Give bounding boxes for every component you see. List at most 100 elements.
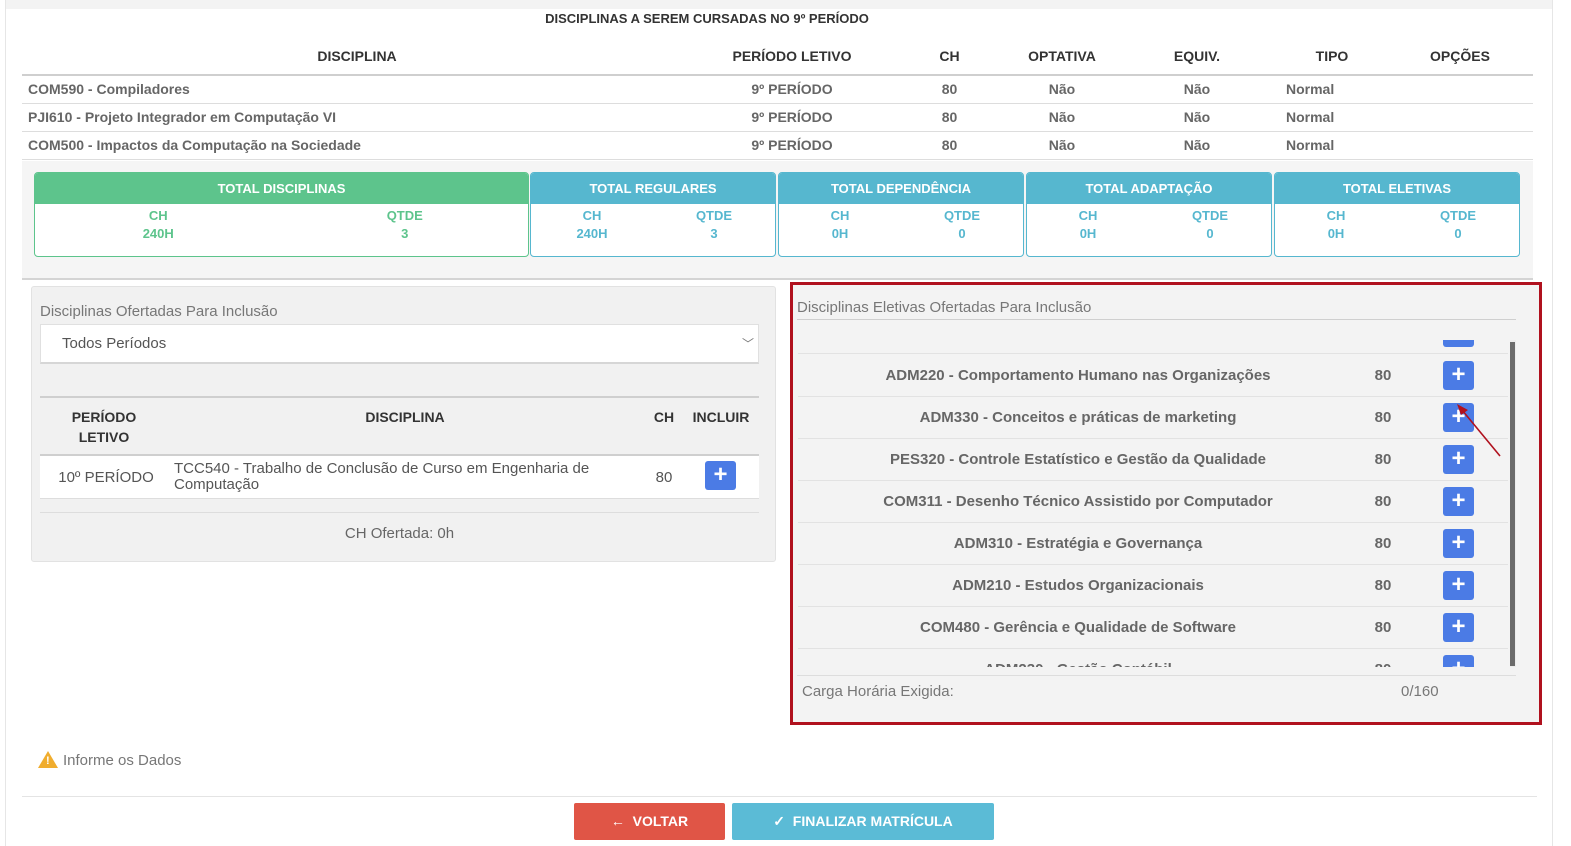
total-qtde-label: QTDE [386,208,423,223]
total-regulares-title: TOTAL REGULARES [531,173,775,204]
finalize-enrollment-button[interactable]: ✓ FINALIZAR MATRÍCULA [732,803,994,840]
list-item: ADM220 - Comportamento Humano nas Organi… [798,355,1508,397]
add-elective-button[interactable]: + [1443,655,1474,667]
total-regulares-card: TOTAL REGULARES CH 240H QTDE 3 [530,172,776,257]
col-optativa: OPTATIVA [1007,37,1117,76]
list-item: ADM230 - Gestão Contábil 80 + [798,649,1508,667]
total-adaptacao-card: TOTAL ADAPTAÇÃO CH 0H QTDE 0 [1026,172,1272,257]
offered-courses-title: Disciplinas Ofertadas Para Inclusão [40,303,278,320]
cell-periodo: 9º PERÍODO [692,131,892,160]
offered-courses-table: PERÍODO LETIVO DISCIPLINA CH INCLUIR 10º… [40,396,759,499]
dependencia-ch-label: CH [830,208,850,223]
section-title: DISCIPLINAS A SEREM CURSADAS NO 9º PERÍO… [545,11,869,26]
table-row: 10º PERÍODO TCC540 - Trabalho de Conclus… [40,456,759,499]
list-item: PES320 - Controle Estatístico e Gestão d… [798,439,1508,481]
total-disciplinas-card: TOTAL DISCIPLINAS CH 240H QTDE 3 [34,172,529,257]
top-strip [6,0,1552,9]
elective-name: COM480 - Gerência e Qualidade de Softwar… [920,619,1236,636]
elective-ch: 80 [1374,535,1392,552]
chevron-down-icon: ﹀ [741,337,754,351]
add-elective-button[interactable]: + [1443,445,1474,474]
total-dependencia-title: TOTAL DEPENDÊNCIA [779,173,1023,204]
table-row: COM590 - Compiladores 9º PERÍODO 80 Não … [22,75,1533,104]
total-ch-value: 240H [142,226,174,241]
cell-equiv: Não [1117,131,1277,160]
cell-tipo: Normal [1277,75,1387,104]
divider [797,675,1516,676]
col-tipo: TIPO [1277,37,1387,76]
adaptacao-ch-value: 0H [1079,226,1097,241]
adaptacao-qtde-value: 0 [1206,226,1214,241]
back-button[interactable]: ← VOLTAR [574,803,725,840]
add-elective-button[interactable]: + [1443,403,1474,432]
cell-disciplina: TCC540 - Trabalho de Conclusão de Curso … [174,460,590,493]
regulares-ch-value: 240H [576,226,608,241]
total-dependencia-card: TOTAL DEPENDÊNCIA CH 0H QTDE 0 [778,172,1024,257]
period-filter-select[interactable]: Todos Períodos ﹀ [40,324,759,364]
ch-ofertada: CH Ofertada: 0h [40,512,759,542]
cell-periodo: 10º PERÍODO [58,469,154,486]
regulares-qtde-value: 3 [710,226,718,241]
arrow-left-icon: ← [610,813,625,829]
add-elective-button[interactable]: + [1443,487,1474,516]
elective-name: ADM210 - Estudos Organizacionais [952,577,1204,594]
check-icon: ✓ [773,813,785,829]
cell-optativa: Não [1007,75,1117,104]
cell-disciplina: COM590 - Compiladores [22,75,692,104]
cell-equiv: Não [1117,103,1277,132]
total-eletivas-card: TOTAL ELETIVAS CH 0H QTDE 0 [1274,172,1520,257]
warning-message: ! Informe os Dados [38,748,181,769]
cell-opcoes [1387,131,1533,160]
eletivas-qtde-value: 0 [1454,226,1462,241]
table-row: COM500 - Impactos da Computação na Socie… [22,131,1533,160]
section-title-spacer [1392,9,1552,37]
elective-name: ADM310 - Estratégia e Governança [953,535,1203,552]
total-adaptacao-title: TOTAL ADAPTAÇÃO [1027,173,1271,204]
adaptacao-qtde-label: QTDE [1191,208,1229,223]
dependencia-qtde-label: QTDE [943,208,981,223]
col-incluir: INCLUIR [692,409,750,425]
add-elective-button[interactable]: + [1443,529,1474,558]
eletivas-ch-value: 0H [1327,226,1345,241]
cell-equiv: Não [1117,75,1277,104]
eletivas-qtde-label: QTDE [1439,208,1477,223]
totals-area: TOTAL DISCIPLINAS CH 240H QTDE 3 TOTAL REG… [22,161,1533,280]
elective-ch: 80 [1374,619,1392,636]
scrollbar-thumb[interactable] [1510,342,1515,666]
add-elective-button[interactable]: + [1443,361,1474,390]
back-button-label: VOLTAR [632,813,689,829]
add-elective-button[interactable]: + [1443,613,1474,642]
col-periodo: PERÍODO LETIVO [692,37,892,76]
total-eletivas-title: TOTAL ELETIVAS [1275,173,1519,204]
cell-ch: 80 [892,103,1007,132]
include-course-button[interactable]: + [705,461,736,490]
add-elective-button[interactable]: + [1443,571,1474,600]
table-row: PJI610 - Projeto Integrador em Computaçã… [22,103,1533,132]
col-ch: CH [892,37,1007,76]
cell-opcoes [1387,75,1533,104]
elective-ch: 80 [1374,577,1392,594]
cell-disciplina: COM500 - Impactos da Computação na Socie… [22,131,692,160]
warning-icon: ! [38,751,58,768]
left-frame [0,0,6,846]
elective-name: ADM220 - Comportamento Humano nas Organi… [885,367,1271,384]
add-elective-button[interactable]: + [1443,340,1474,347]
required-hours-value: 0/160 [1401,683,1439,700]
elective-name: COM311 - Desenho Técnico Assistido por C… [883,493,1273,510]
list-item-partial: + [798,340,1508,354]
elective-ch: 80 [1374,367,1392,384]
list-scrollbar[interactable] [1510,340,1516,667]
cell-optativa: Não [1007,103,1117,132]
cell-optativa: Não [1007,131,1117,160]
total-ch-label: CH [148,208,168,223]
cell-opcoes [1387,103,1533,132]
elective-ch: 80 [1374,451,1392,468]
list-item: ADM330 - Conceitos e práticas de marketi… [798,397,1508,439]
elective-name: PES320 - Controle Estatístico e Gestão d… [890,451,1266,468]
offered-courses-panel: Disciplinas Ofertadas Para Inclusão Todo… [31,286,776,562]
cell-periodo: 9º PERÍODO [692,75,892,104]
elective-ch: 80 [1374,493,1392,510]
cell-disciplina: PJI610 - Projeto Integrador em Computaçã… [22,103,692,132]
elective-courses-list[interactable]: + ADM220 - Comportamento Humano nas Orga… [798,340,1512,667]
elective-courses-panel: Disciplinas Eletivas Ofertadas Para Incl… [790,282,1542,725]
